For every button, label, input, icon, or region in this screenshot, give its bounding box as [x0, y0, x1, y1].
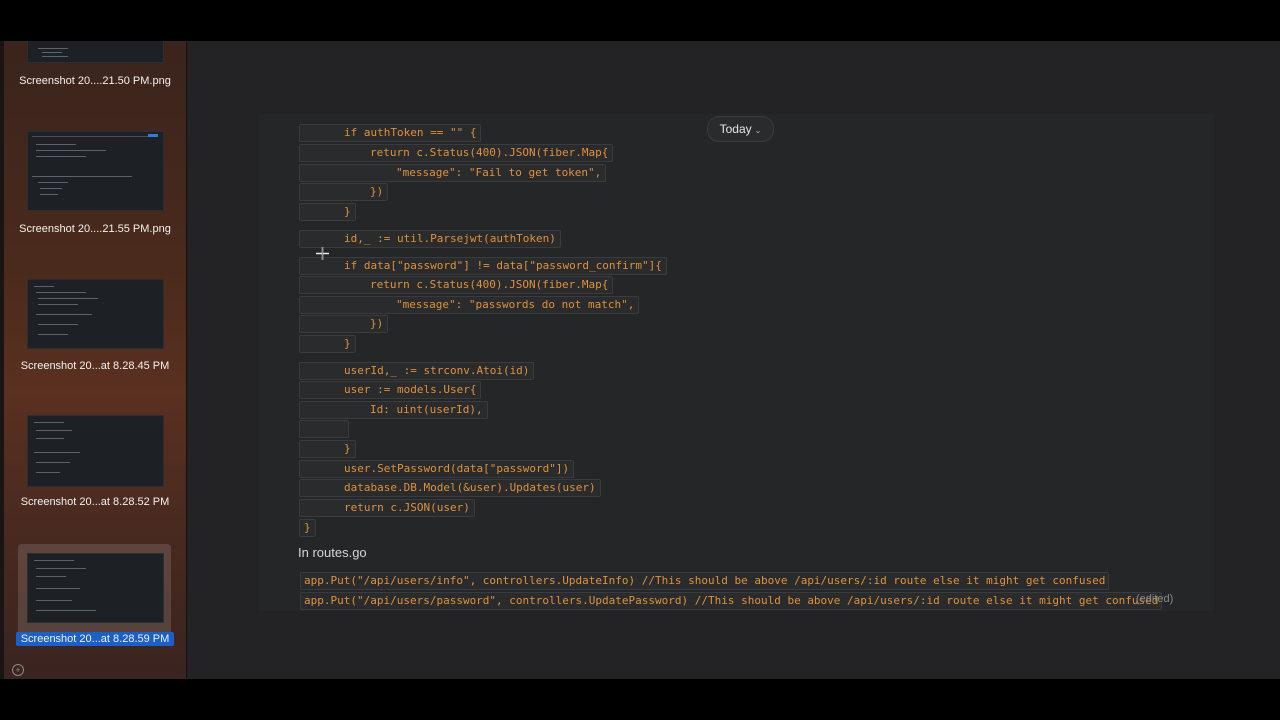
crosshair-cursor-icon: [316, 247, 329, 260]
code-text: "message": "passwords do not match",: [396, 298, 635, 311]
screen: Screenshot 20....21.50 PM.png Screenshot…: [0, 0, 1280, 720]
code-text: }: [344, 205, 351, 218]
code-text: if data["password"] != data["password_co…: [344, 259, 662, 272]
code-text: Id: uint(userId),: [370, 403, 483, 416]
date-filter-button[interactable]: Today ⌄: [707, 116, 774, 142]
code-line: id,_ := util.Parsejwt(authToken): [299, 230, 561, 248]
code-line: }: [299, 335, 356, 353]
code-line: userId,_ := strconv.Atoi(id): [299, 362, 535, 380]
code-text: userId,_ := strconv.Atoi(id): [344, 364, 530, 377]
main-content: Today ⌄ if authToken == "" { return c.Stat…: [187, 41, 1280, 679]
code-text: if authToken == "" {: [344, 126, 477, 139]
code-line: user := models.User{: [299, 381, 482, 399]
code-line: "message": "passwords do not match",: [299, 296, 640, 314]
code-line: user.SetPassword(data["password"]): [299, 460, 575, 478]
routes-heading: In routes.go: [298, 545, 367, 560]
thumbnail-image[interactable]: [27, 41, 164, 63]
code-line: return c.Status(400).JSON(fiber.Map{: [299, 144, 614, 162]
code-line: }: [299, 519, 316, 537]
code-text: }: [304, 521, 311, 534]
code-text: }): [370, 185, 384, 198]
code-text: database.DB.Model(&user).Updates(user): [344, 481, 596, 494]
code-line: return c.Status(400).JSON(fiber.Map{: [299, 276, 614, 294]
code-line: }): [299, 183, 389, 201]
code-text: }: [344, 337, 351, 350]
code-text: }: [344, 442, 351, 455]
thumbnail-image[interactable]: [27, 415, 164, 487]
plus-circle-icon[interactable]: +: [12, 664, 24, 676]
code-line: }): [299, 315, 389, 333]
code-line: Id: uint(userId),: [299, 401, 488, 419]
thumbnail-image[interactable]: [27, 553, 164, 623]
code-text: "message": "Fail to get token",: [396, 166, 602, 179]
code-text: user.SetPassword(data["password"]): [344, 462, 570, 475]
code-text: return c.JSON(user): [344, 501, 470, 514]
code-text: return c.Status(400).JSON(fiber.Map{: [370, 146, 609, 159]
code-text: return c.Status(400).JSON(fiber.Map{: [370, 278, 609, 291]
code-line: database.DB.Model(&user).Updates(user): [299, 479, 601, 497]
code-line: "message": "Fail to get token",: [299, 164, 607, 182]
code-text: }): [370, 317, 384, 330]
thumbnail-label[interactable]: Screenshot 20...at 8.28.59 PM: [16, 632, 174, 646]
thumbnail-label[interactable]: Screenshot 20....21.50 PM.png: [10, 75, 180, 87]
code-line: }: [299, 203, 356, 221]
route-line: app.Put("/api/users/info", controllers.U…: [300, 572, 1110, 590]
app-window: Screenshot 20....21.50 PM.png Screenshot…: [0, 41, 1280, 679]
thumbnail-label[interactable]: Screenshot 20...at 8.28.52 PM: [10, 496, 180, 508]
thumbnail-label[interactable]: Screenshot 20...at 8.28.45 PM: [10, 360, 180, 372]
code-line: }: [299, 440, 356, 458]
code-line: if data["password"] != data["password_co…: [299, 257, 667, 275]
code-line: if authToken == "" {: [299, 124, 482, 142]
code-line: return c.JSON(user): [299, 499, 475, 517]
thumbnail-sidebar[interactable]: Screenshot 20....21.50 PM.png Screenshot…: [0, 41, 187, 679]
code-text: id,_ := util.Parsejwt(authToken): [344, 232, 556, 245]
route-line: app.Put("/api/users/password", controlle…: [300, 592, 1163, 610]
chevron-down-icon: ⌄: [754, 126, 762, 135]
thumbnail-image[interactable]: [27, 279, 164, 349]
thumbnail-label[interactable]: Screenshot 20....21.55 PM.png: [10, 223, 180, 235]
code-text: user := models.User{: [344, 383, 477, 396]
thumbnail-image[interactable]: [27, 131, 164, 211]
date-filter-label: Today: [719, 122, 752, 136]
edited-label: (edited): [1136, 593, 1174, 605]
code-line: [299, 420, 349, 438]
